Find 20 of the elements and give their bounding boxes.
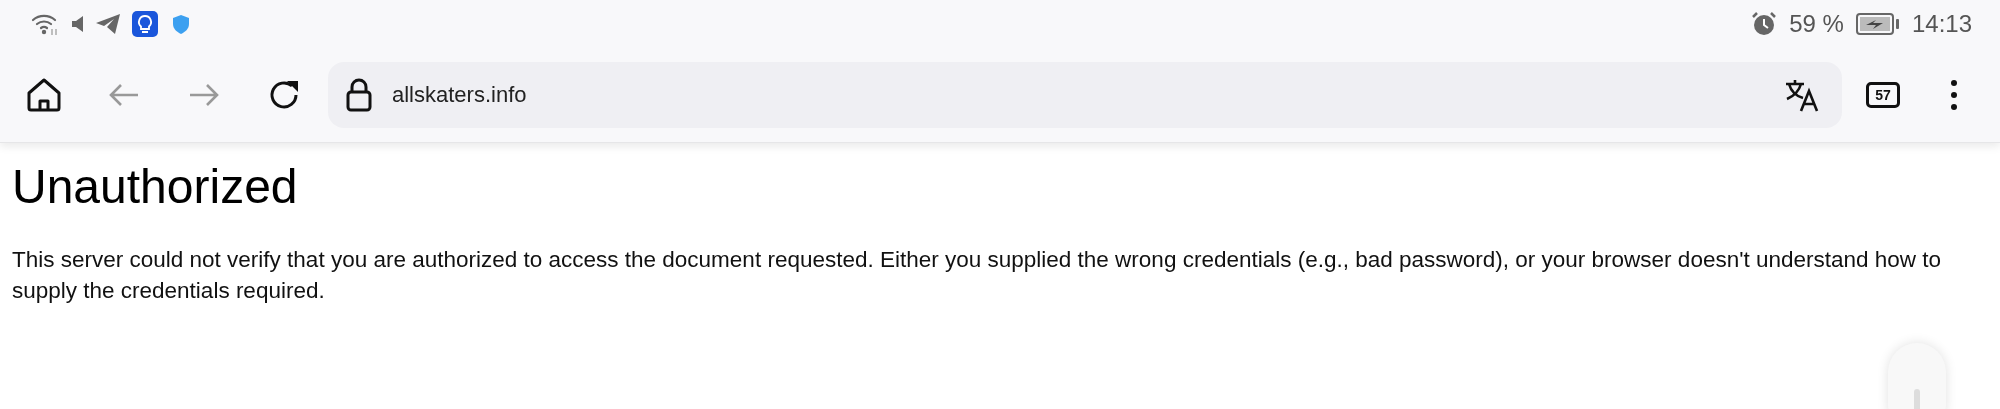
error-message: This server could not verify that you are authorized to access the document requested. Either you supplied the wrong credentials (e.g., bad password), or your browser doesn't understand how to supply the credentials required. (12, 246, 1943, 305)
right-arrow-icon (188, 83, 220, 107)
battery-percent: 59 % (1789, 10, 1844, 38)
scroll-handle[interactable] (1888, 343, 1946, 409)
page-heading: Unauthorized (12, 159, 299, 214)
alarm-clock-icon (1751, 11, 1778, 37)
home-icon (25, 77, 63, 113)
left-arrow-icon (108, 83, 140, 107)
battery-charging-icon (1855, 13, 1900, 35)
lightbulb-app-icon (132, 11, 158, 37)
paper-plane-icon (96, 14, 120, 34)
clock-time: 14:13 (1911, 10, 1972, 38)
url-text: allskaters.info (392, 82, 528, 108)
translate-icon[interactable] (1784, 78, 1820, 112)
shield-icon (170, 13, 192, 35)
speaker-icon (72, 16, 84, 32)
address-bar[interactable]: allskaters.info (328, 62, 1842, 128)
lock-icon (346, 78, 372, 112)
menu-icon (1950, 80, 1958, 110)
tab-count-button[interactable]: 57 (1866, 82, 1900, 108)
